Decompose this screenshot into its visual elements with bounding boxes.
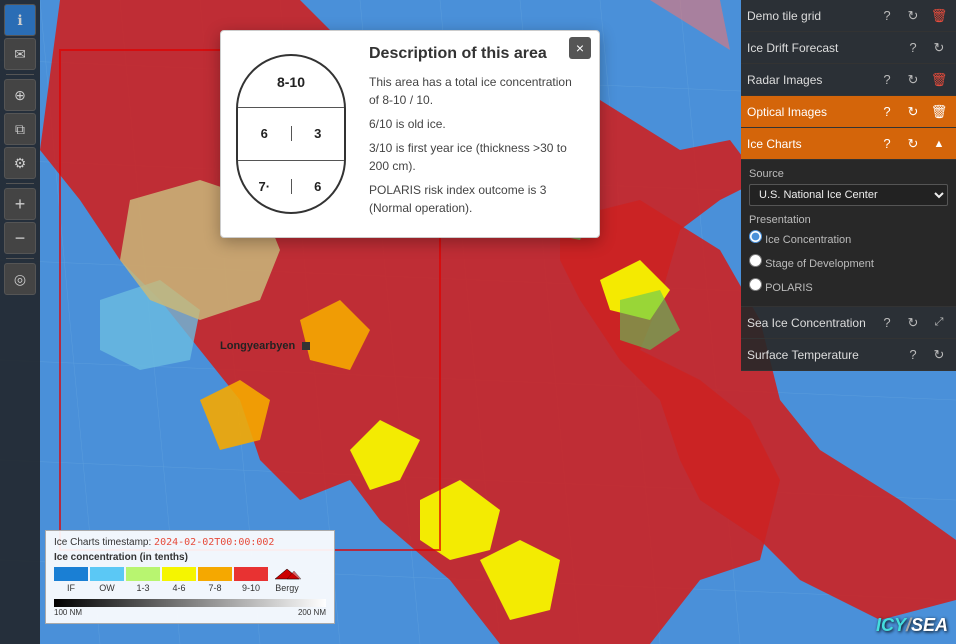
surface-temp-refresh[interactable]: ↻: [928, 344, 950, 366]
right-panel: Demo tile grid ? ↻ 🗑 Ice Drift Forecast …: [741, 0, 956, 371]
ice-drift-refresh[interactable]: ↻: [928, 37, 950, 59]
zoom-in-button[interactable]: +: [4, 188, 36, 220]
demo-tile-delete[interactable]: 🗑: [928, 5, 950, 27]
radio-stage-dev[interactable]: Stage of Development: [749, 254, 948, 270]
legend-timestamp: Ice Charts timestamp: 2024-02-02T00:00:0…: [54, 537, 326, 548]
legend-swatches: IF OW 1-3 4-6 7-8 9-10 Bergy: [54, 567, 326, 593]
left-toolbar: ℹ ✉ ⊕ ⧉ ⚙ + − ◎: [0, 0, 40, 644]
radar-refresh[interactable]: ↻: [902, 69, 924, 91]
zoom-out-button[interactable]: −: [4, 222, 36, 254]
diagram-mid: 6 3: [238, 108, 344, 160]
compass-button[interactable]: ◎: [4, 263, 36, 295]
swatch-label-3: 4-6: [172, 583, 185, 593]
demo-tile-refresh[interactable]: ↻: [902, 5, 924, 27]
logo: ICY/SEA: [741, 615, 956, 636]
swatch-color-2: [126, 567, 160, 581]
swatch-label-5: 9-10: [242, 583, 260, 593]
settings-button[interactable]: ⚙: [4, 147, 36, 179]
ice-charts-collapse[interactable]: ▲: [928, 133, 950, 155]
radar-delete[interactable]: 🗑: [928, 69, 950, 91]
popup-para-1: This area has a total ice concentration …: [369, 73, 585, 109]
radio-polaris[interactable]: POLARIS: [749, 278, 948, 294]
demo-tile-help[interactable]: ?: [876, 5, 898, 27]
optical-row: Optical Images ? ↻ 🗑: [741, 96, 956, 128]
swatch-label-6: Bergy: [275, 583, 299, 593]
ice-drift-help[interactable]: ?: [902, 37, 924, 59]
ice-charts-section: Source U.S. National Ice Center Presenta…: [741, 160, 956, 307]
swatch-label-2: 1-3: [136, 583, 149, 593]
optical-delete[interactable]: 🗑: [928, 101, 950, 123]
swatch-color-6: [270, 567, 304, 581]
demo-tile-label: Demo tile grid: [747, 9, 872, 23]
popup-close-button[interactable]: ×: [569, 37, 591, 59]
surface-temp-help[interactable]: ?: [902, 344, 924, 366]
diagram-bot-right: 6: [292, 179, 345, 194]
swatch-color-4: [198, 567, 232, 581]
swatch-color-1: [90, 567, 124, 581]
ice-charts-help[interactable]: ?: [876, 133, 898, 155]
sea-ice-help[interactable]: ?: [876, 312, 898, 334]
presentation-radio-group: Ice Concentration Stage of Development P…: [749, 230, 948, 298]
layers-button[interactable]: ⧉: [4, 113, 36, 145]
optical-refresh[interactable]: ↻: [902, 101, 924, 123]
popup-content: Description of this area This area has a…: [361, 31, 599, 237]
swatch-color-0: [54, 567, 88, 581]
swatch-1-3: 1-3: [126, 567, 160, 593]
sea-ice-refresh[interactable]: ↻: [902, 312, 924, 334]
surface-temp-label: Surface Temperature: [747, 348, 898, 362]
diagram-bot: 7· 6: [238, 161, 344, 212]
source-select[interactable]: U.S. National Ice Center: [749, 184, 948, 206]
optical-help[interactable]: ?: [876, 101, 898, 123]
swatch-label-1: OW: [99, 583, 115, 593]
info-button[interactable]: ℹ: [4, 4, 36, 36]
popup-para-3: 3/10 is first year ice (thickness >30 to…: [369, 139, 585, 175]
diagram-bot-left: 7·: [238, 179, 292, 194]
demo-tile-row: Demo tile grid ? ↻ 🗑: [741, 0, 956, 32]
swatch-label-4: 7-8: [208, 583, 221, 593]
scale-bar: [54, 599, 326, 607]
ice-charts-label: Ice Charts: [747, 137, 872, 151]
ice-charts-refresh[interactable]: ↻: [902, 133, 924, 155]
mail-button[interactable]: ✉: [4, 38, 36, 70]
logo-text: ICY/SEA: [876, 615, 948, 636]
optical-label: Optical Images: [747, 105, 872, 119]
ice-drift-label: Ice Drift Forecast: [747, 41, 898, 55]
presentation-label: Presentation: [749, 214, 948, 226]
legend-concentration-title: Ice concentration (in tenths): [54, 552, 326, 563]
location-button[interactable]: ⊕: [4, 79, 36, 111]
sea-ice-row: Sea Ice Concentration ? ↻ ⤢: [741, 307, 956, 339]
scale-bar-container: 100 NM 200 NM: [54, 599, 326, 617]
source-label: Source: [749, 168, 948, 180]
popup-para-2: 6/10 is old ice.: [369, 115, 585, 133]
swatch-label-0: IF: [67, 583, 75, 593]
swatch-color-3: [162, 567, 196, 581]
ice-charts-row: Ice Charts ? ↻ ▲: [741, 128, 956, 160]
swatch-4-6: 4-6: [162, 567, 196, 593]
legend-panel: Ice Charts timestamp: 2024-02-02T00:00:0…: [45, 530, 335, 624]
legend-date-value: 2024-02-02T00:00:002: [154, 537, 274, 548]
area-description-popup: × 8-10 6 3 7· 6 Description of this area…: [220, 30, 600, 238]
swatch-7-8: 7-8: [198, 567, 232, 593]
radar-label: Radar Images: [747, 73, 872, 87]
sea-ice-expand[interactable]: ⤢: [928, 312, 950, 334]
diagram-top: 8-10: [238, 56, 344, 108]
ice-drift-row: Ice Drift Forecast ? ↻: [741, 32, 956, 64]
diagram-mid-right: 3: [292, 126, 345, 141]
popup-para-4: POLARIS risk index outcome is 3 (Normal …: [369, 181, 585, 217]
popup-diagram: 8-10 6 3 7· 6: [221, 31, 361, 237]
swatch-color-5: [234, 567, 268, 581]
swatch-9-10: 9-10: [234, 567, 268, 593]
ice-diagram: 8-10 6 3 7· 6: [236, 54, 346, 214]
swatch-if: IF: [54, 567, 88, 593]
radar-row: Radar Images ? ↻ 🗑: [741, 64, 956, 96]
popup-title: Description of this area: [369, 45, 585, 63]
radar-help[interactable]: ?: [876, 69, 898, 91]
sea-ice-label: Sea Ice Concentration: [747, 316, 872, 330]
swatch-ow: OW: [90, 567, 124, 593]
swatch-bergy: Bergy: [270, 567, 304, 593]
diagram-mid-left: 6: [238, 126, 292, 141]
scale-labels: 100 NM 200 NM: [54, 608, 326, 617]
radio-ice-concentration[interactable]: Ice Concentration: [749, 230, 948, 246]
surface-temp-row: Surface Temperature ? ↻: [741, 339, 956, 371]
